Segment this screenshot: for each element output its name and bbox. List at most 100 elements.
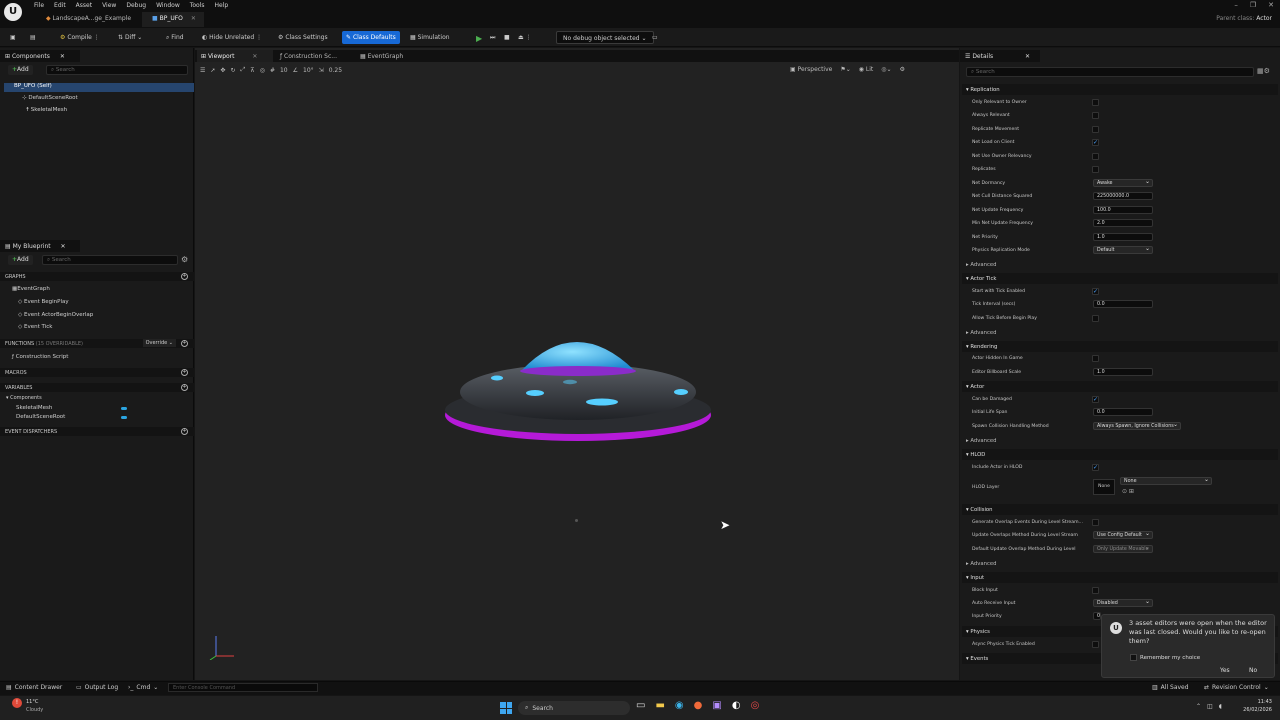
grid-snap-value[interactable]: 10 xyxy=(280,67,288,74)
blueprint-search-input[interactable]: ⌕ Search xyxy=(42,255,178,265)
select-icon[interactable]: ➚ xyxy=(210,67,215,74)
owner-relevancy-checkbox[interactable] xyxy=(1092,153,1099,160)
spawn-collision-dropdown[interactable]: Always Spawn, Ignore Collisions xyxy=(1093,422,1181,430)
stop-icon[interactable]: ■ xyxy=(500,31,514,44)
update-overlaps-dropdown[interactable]: Use Config Default xyxy=(1093,531,1153,539)
section-actor[interactable]: ▾ Actor xyxy=(962,381,1278,392)
chrome-icon[interactable]: ◎ xyxy=(751,700,760,711)
find-button[interactable]: ⌕ Find xyxy=(162,31,188,44)
tree-item-self[interactable]: BP_UFO (Self) xyxy=(4,83,194,92)
world-local-icon[interactable]: ◎ xyxy=(260,67,265,74)
event-item[interactable]: ◇ Event BeginPlay xyxy=(18,299,69,305)
tick-before-begin-checkbox[interactable] xyxy=(1092,315,1099,322)
menu-edit[interactable]: Edit xyxy=(54,2,66,9)
advanced-toggle[interactable]: ▸ Advanced xyxy=(962,327,1278,338)
tab-viewport[interactable]: ⊞ Viewport ✕ xyxy=(197,50,273,62)
edge-icon[interactable]: ◉ xyxy=(675,700,684,711)
default-overlap-dropdown[interactable]: Only Update Movable xyxy=(1093,545,1153,553)
add-graph-icon[interactable]: + xyxy=(181,273,188,280)
tab-construction-script[interactable]: ƒ Construction Sc... xyxy=(280,53,337,60)
hidden-in-game-checkbox[interactable] xyxy=(1092,355,1099,362)
add-dispatcher-icon[interactable]: + xyxy=(181,428,188,435)
tab-bp-ufo[interactable]: ■ BP_UFO ✕ xyxy=(142,12,204,27)
advanced-toggle[interactable]: ▸ Advanced xyxy=(962,435,1278,446)
console-command-input[interactable]: Enter Console Command xyxy=(168,683,318,692)
tree-item-defaultsceneroot[interactable]: ⊹ DefaultSceneRoot xyxy=(22,95,78,101)
rotate-icon[interactable]: ↻ xyxy=(230,67,235,74)
debug-object-dropdown[interactable]: No debug object selected ⌄ xyxy=(556,31,654,44)
life-span-field[interactable]: 0.0 xyxy=(1093,408,1153,416)
scale-snap-value[interactable]: 0.25 xyxy=(329,67,342,74)
tick-interval-field[interactable]: 0.0 xyxy=(1093,300,1153,308)
section-input[interactable]: ▾ Input xyxy=(962,572,1278,583)
clock-date[interactable]: 26/02/2026 xyxy=(1238,707,1272,713)
min-net-update-field[interactable]: 2.0 xyxy=(1093,219,1153,227)
menu-file[interactable]: File xyxy=(34,2,44,9)
macros-section[interactable]: MACROS + xyxy=(0,368,194,377)
class-defaults-button[interactable]: ✎ Class Defaults xyxy=(342,31,400,44)
minimize-icon[interactable]: – xyxy=(1234,1,1238,9)
translate-icon[interactable]: ✥ xyxy=(220,67,225,74)
advanced-toggle[interactable]: ▸ Advanced xyxy=(962,558,1278,569)
restore-icon[interactable]: ❐ xyxy=(1250,1,1256,9)
unreal-taskbar-icon[interactable]: ◐ xyxy=(732,700,741,711)
taskbar-search-input[interactable]: ⌕ Search xyxy=(518,701,630,715)
menu-help[interactable]: Help xyxy=(215,2,229,9)
menu-asset[interactable]: Asset xyxy=(76,2,92,9)
task-view-icon[interactable]: ▭ xyxy=(636,700,645,711)
section-replication[interactable]: ▾ Replication xyxy=(962,84,1278,95)
camera-speed-icon[interactable]: ⚑⌄ xyxy=(840,66,850,73)
hlod-layer-dropdown[interactable]: None xyxy=(1120,477,1212,485)
auto-receive-input-dropdown[interactable]: Disabled xyxy=(1093,599,1153,607)
show-icon[interactable]: ◎⌄ xyxy=(881,66,891,73)
browse-icon[interactable]: ▤ xyxy=(26,31,40,44)
class-settings-button[interactable]: ⚙ Class Settings xyxy=(274,31,332,44)
section-hlod[interactable]: ▾ HLOD xyxy=(962,449,1278,460)
menu-window[interactable]: Window xyxy=(156,2,180,9)
add-function-icon[interactable]: + xyxy=(181,340,188,347)
generate-overlap-checkbox[interactable] xyxy=(1092,519,1099,526)
scale-icon[interactable]: ⤢ xyxy=(240,66,245,74)
event-dispatchers-section[interactable]: EVENT DISPATCHERS + xyxy=(0,427,194,436)
hide-unrelated-button[interactable]: ◐ Hide Unrelated ⋮ xyxy=(198,31,266,44)
cmd-dropdown[interactable]: ›_ Cmd ⌄ xyxy=(128,684,158,691)
add-component-button[interactable]: +Add xyxy=(8,65,33,75)
step-icon[interactable]: ⏭ xyxy=(486,31,499,44)
settings-gear-icon[interactable]: ⚙ xyxy=(181,255,188,264)
weather-icon[interactable]: ! xyxy=(12,698,22,708)
override-dropdown[interactable]: Override ⌄ xyxy=(142,339,176,347)
components-search-input[interactable]: ⌕ Search xyxy=(46,65,188,75)
file-explorer-icon[interactable]: ▬ xyxy=(655,700,664,711)
variable-item[interactable]: SkeletalMesh xyxy=(16,405,52,411)
output-log-button[interactable]: ▭ Output Log xyxy=(76,684,118,691)
hlod-browse-icons[interactable]: ⊙ ⊞ xyxy=(1122,488,1134,495)
include-hlod-checkbox[interactable]: ✓ xyxy=(1092,464,1099,471)
only-relevant-checkbox[interactable] xyxy=(1092,99,1099,106)
tab-event-graph[interactable]: ▦ EventGraph xyxy=(360,53,403,60)
close-window-icon[interactable]: ✕ xyxy=(1268,1,1274,9)
diff-button[interactable]: ⇅ Diff ⌄ xyxy=(114,31,146,44)
angle-snap-value[interactable]: 10° xyxy=(303,67,314,74)
firefox-icon[interactable]: ● xyxy=(694,700,703,711)
menu-debug[interactable]: Debug xyxy=(126,2,146,9)
net-load-checkbox[interactable]: ✓ xyxy=(1092,139,1099,146)
no-button[interactable]: No xyxy=(1249,667,1257,674)
section-rendering[interactable]: ▾ Rendering xyxy=(962,341,1278,352)
event-item[interactable]: ◇ Event Tick xyxy=(18,324,52,330)
volume-icon[interactable]: ◖ xyxy=(1219,703,1222,710)
remember-choice-row[interactable]: Remember my choice xyxy=(1130,654,1200,661)
eject-icon[interactable]: ⏏ ⋮ xyxy=(514,31,536,44)
revision-control-button[interactable]: ⇄ Revision Control ⌄ xyxy=(1204,684,1269,691)
perspective-dropdown[interactable]: ▣ Perspective xyxy=(790,66,832,73)
functions-section[interactable]: FUNCTIONS (15 OVERRIDABLE) Override ⌄ + xyxy=(0,339,194,348)
construction-script-item[interactable]: ƒ Construction Script xyxy=(12,354,68,360)
variable-item[interactable]: DefaultSceneRoot xyxy=(16,414,65,420)
play-button[interactable]: ▶ xyxy=(472,31,486,44)
replicates-checkbox[interactable] xyxy=(1092,166,1099,173)
net-priority-field[interactable]: 1.0 xyxy=(1093,233,1153,241)
add-macro-icon[interactable]: + xyxy=(181,369,188,376)
windows-start-icon[interactable] xyxy=(500,702,512,714)
debug-browse-icon[interactable]: ▭ xyxy=(648,31,662,44)
network-icon[interactable]: ◫ xyxy=(1207,703,1213,710)
event-graph-item[interactable]: ▦EventGraph xyxy=(12,286,50,292)
